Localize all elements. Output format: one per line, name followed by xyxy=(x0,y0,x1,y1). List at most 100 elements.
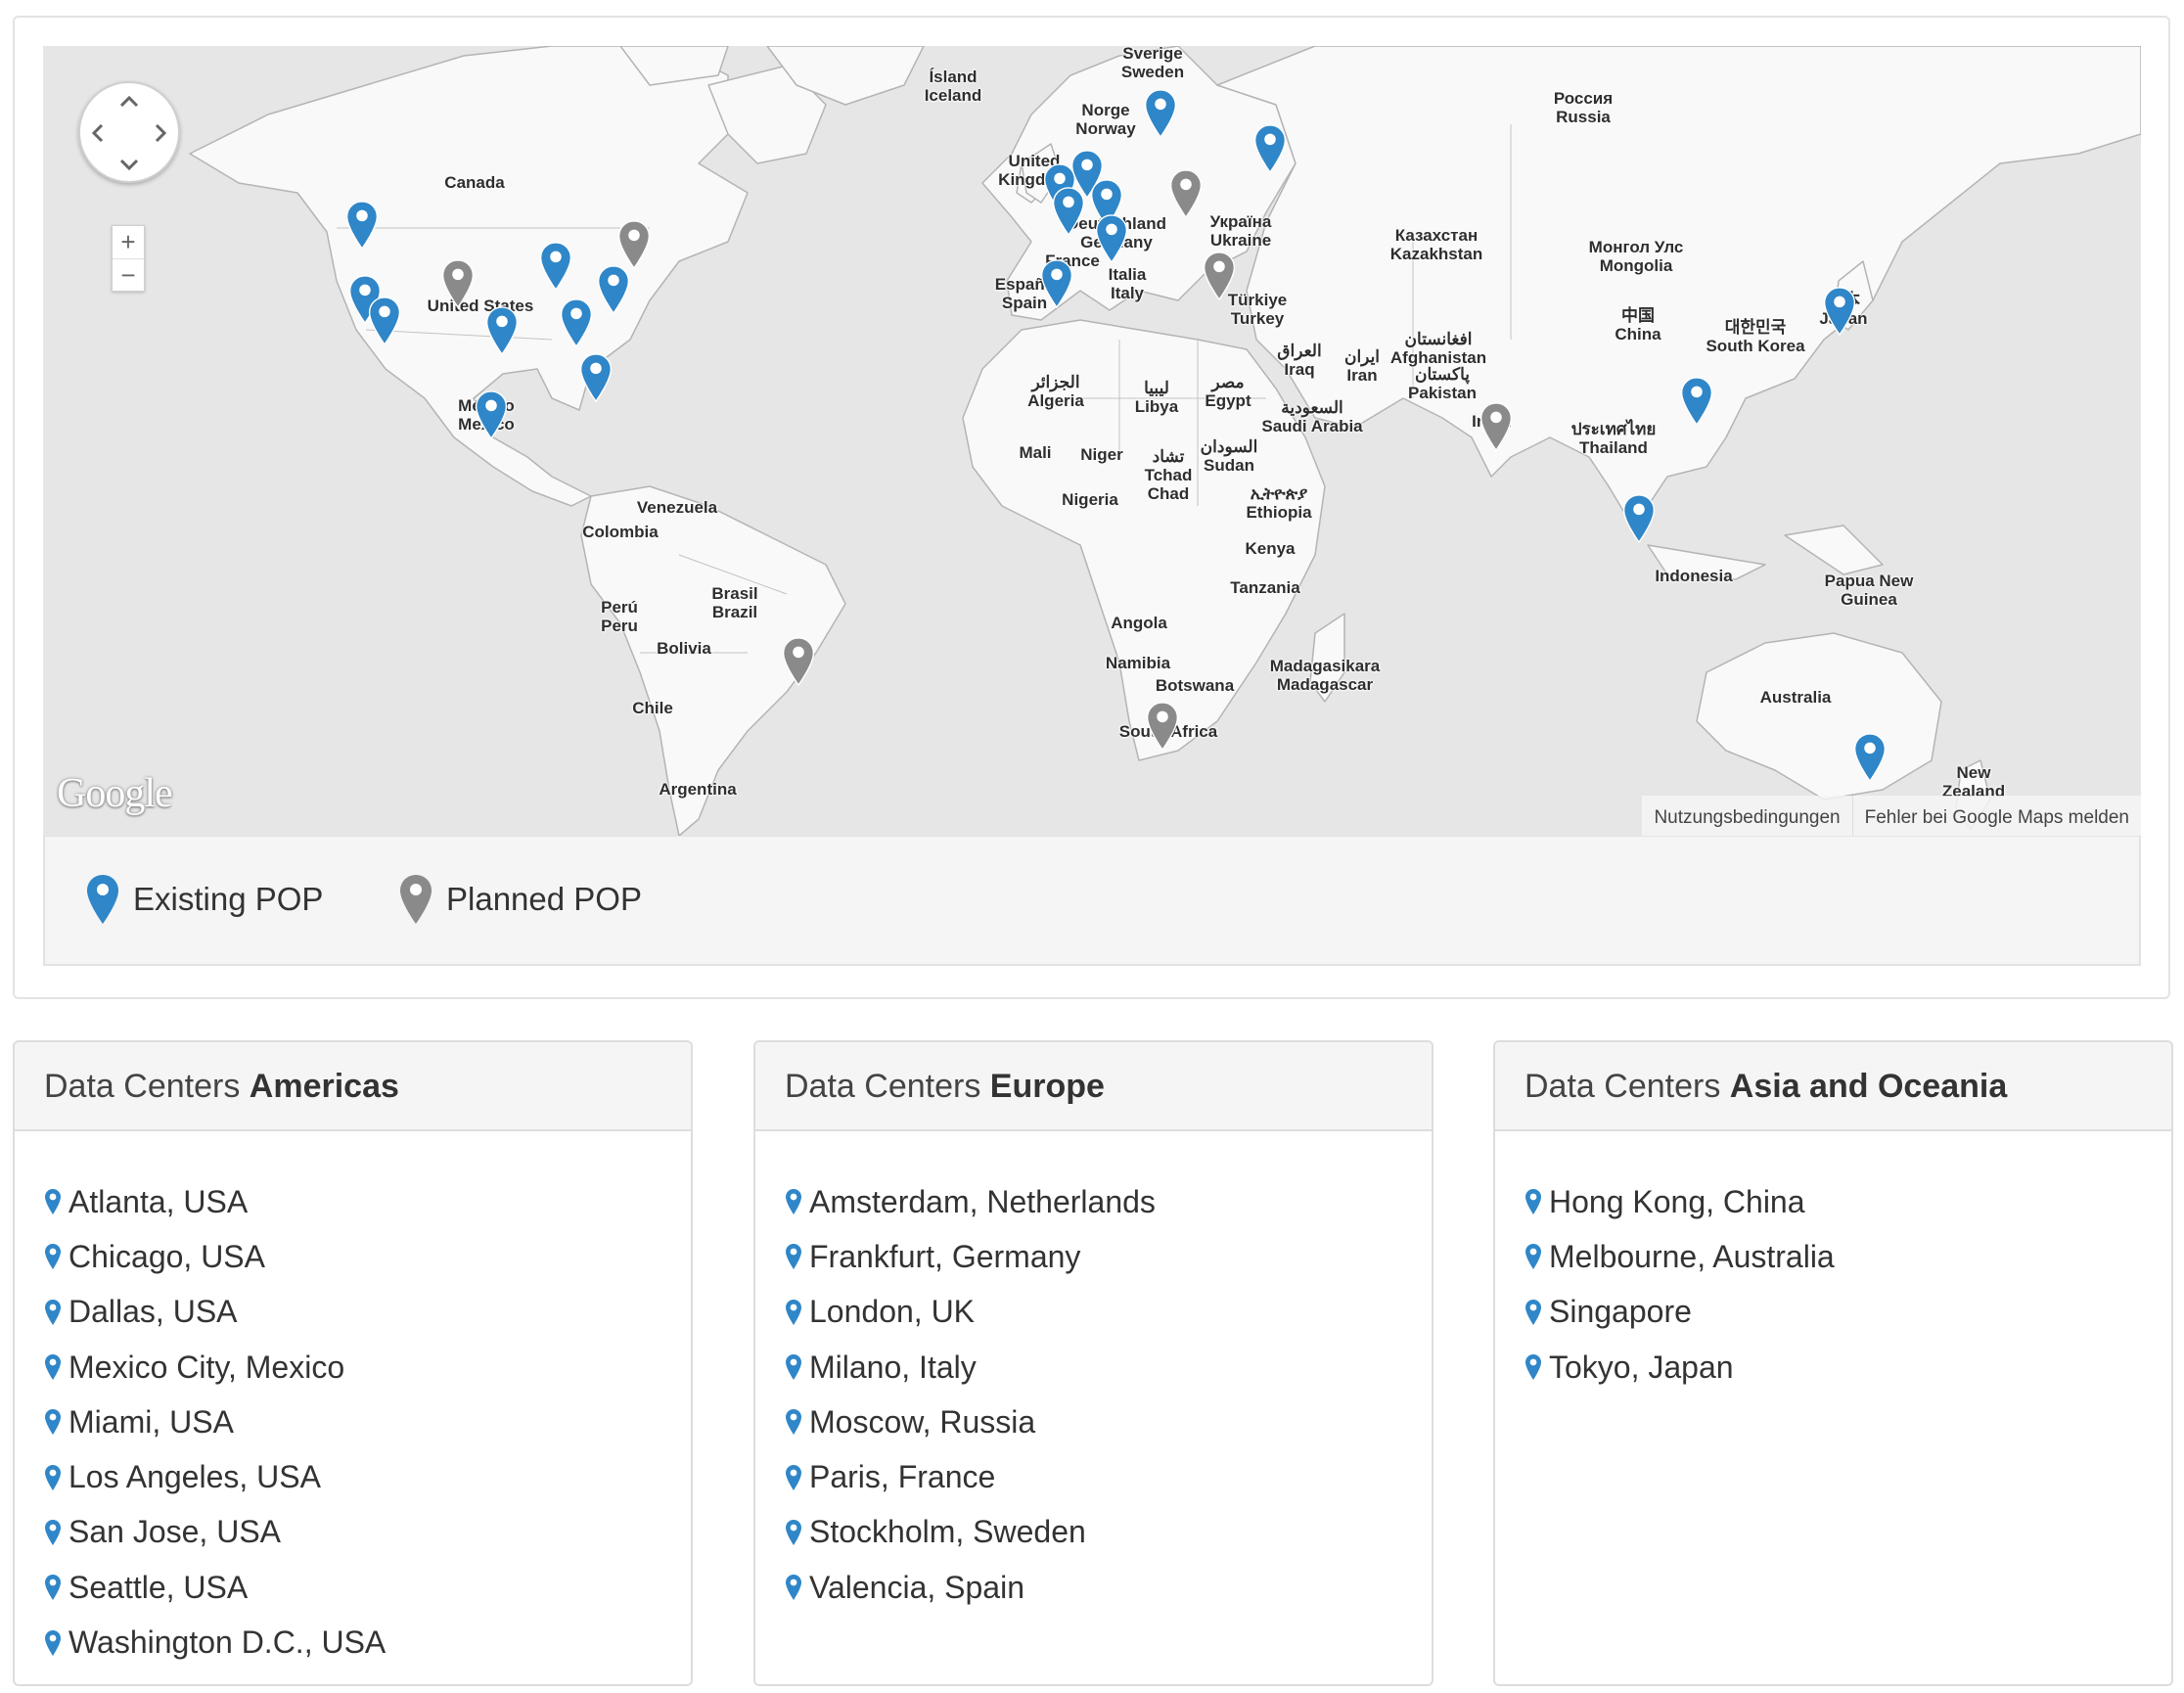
existing-pop-marker[interactable] xyxy=(1622,494,1656,543)
report-map-error-link[interactable]: Fehler bei Google Maps melden xyxy=(1851,796,2141,836)
planned-pop-marker[interactable] xyxy=(1146,702,1179,751)
location-item: Washington D.C., USA xyxy=(44,1615,691,1670)
location-name: Melbourne, Australia xyxy=(1549,1238,1835,1274)
location-name: Stockholm, Sweden xyxy=(809,1514,1086,1550)
location-name: San Jose, USA xyxy=(68,1514,281,1550)
map-pin-icon xyxy=(1146,702,1179,751)
map-pin-icon xyxy=(1253,124,1287,173)
data-centers-asia-oceania-panel: Data Centers Asia and Oceania Hong Kong,… xyxy=(1493,1040,2173,1686)
map-marker-icon xyxy=(45,1354,61,1381)
location-item: Paris, France xyxy=(785,1449,1432,1504)
planned-pop-marker[interactable] xyxy=(1479,402,1513,451)
map-pin-icon xyxy=(1479,402,1513,451)
map-pin-icon xyxy=(1853,733,1887,782)
map-pin-icon xyxy=(597,265,630,314)
existing-pop-marker[interactable] xyxy=(1095,214,1128,263)
map-pin-icon xyxy=(1052,187,1085,236)
map-pin-icon xyxy=(475,390,508,439)
google-logo[interactable]: Google xyxy=(57,770,173,817)
map-pin-icon xyxy=(1680,377,1713,426)
map-pin-icon xyxy=(1823,287,1856,336)
panel-heading-region: Europe xyxy=(989,1068,1105,1105)
location-item: Melbourne, Australia xyxy=(1524,1229,2171,1284)
existing-pop-marker[interactable] xyxy=(597,265,630,314)
map-marker-icon xyxy=(1525,1299,1541,1325)
location-name: Milano, Italy xyxy=(809,1349,977,1385)
location-item: Hong Kong, China xyxy=(1524,1174,2171,1229)
data-centers-americas-panel: Data Centers Americas Atlanta, USA Chicag… xyxy=(13,1040,693,1686)
map-marker-icon xyxy=(45,1575,61,1601)
legend-existing-label: Existing POP xyxy=(133,881,324,917)
location-item: Tokyo, Japan xyxy=(1524,1340,2171,1395)
panel-heading-region: Asia and Oceania xyxy=(1729,1068,2008,1105)
location-name: Amsterdam, Netherlands xyxy=(809,1183,1156,1219)
chevron-right-icon xyxy=(155,123,166,143)
planned-pop-marker[interactable] xyxy=(617,220,651,269)
location-list: Amsterdam, Netherlands Frankfurt, Germany… xyxy=(755,1131,1432,1615)
map-marker-icon xyxy=(1525,1244,1541,1270)
planned-pop-pin-icon xyxy=(400,875,432,924)
map-pin-icon xyxy=(1040,259,1073,308)
existing-pop-marker[interactable] xyxy=(475,390,508,439)
map-marker-icon xyxy=(45,1464,61,1490)
existing-pop-marker[interactable] xyxy=(1144,89,1177,138)
planned-pop-marker[interactable] xyxy=(1169,169,1203,218)
map-pin-icon xyxy=(1144,89,1177,138)
map-marker-icon xyxy=(45,1189,61,1215)
map-pin-icon xyxy=(579,353,613,402)
planned-pop-marker[interactable] xyxy=(1203,252,1236,300)
chevron-down-icon xyxy=(119,159,139,170)
planned-pop-marker[interactable] xyxy=(441,259,475,308)
location-name: Washington D.C., USA xyxy=(68,1624,387,1661)
existing-pop-marker[interactable] xyxy=(539,242,572,291)
zoom-in-button[interactable]: + xyxy=(113,226,144,258)
existing-pop-marker[interactable] xyxy=(560,298,593,347)
existing-pop-marker[interactable] xyxy=(1253,124,1287,173)
pan-left-button[interactable] xyxy=(85,120,111,146)
existing-pop-marker[interactable] xyxy=(1823,287,1856,336)
existing-pop-marker[interactable] xyxy=(1853,733,1887,782)
location-item: Singapore xyxy=(1524,1285,2171,1340)
panel-heading: Data Centers Americas xyxy=(15,1042,691,1131)
existing-pop-marker[interactable] xyxy=(579,353,613,402)
map-marker-icon xyxy=(786,1244,801,1270)
location-item: Moscow, Russia xyxy=(785,1395,1432,1449)
map-marker-icon xyxy=(45,1244,61,1270)
location-name: Moscow, Russia xyxy=(809,1403,1036,1440)
location-name: Mexico City, Mexico xyxy=(68,1349,345,1385)
location-name: Tokyo, Japan xyxy=(1549,1349,1734,1385)
map-pin-icon xyxy=(485,306,519,355)
pan-up-button[interactable] xyxy=(116,89,142,114)
panel-heading-prefix: Data Centers xyxy=(44,1068,241,1105)
pan-right-button[interactable] xyxy=(148,120,173,146)
location-name: Seattle, USA xyxy=(68,1569,249,1605)
existing-pop-marker[interactable] xyxy=(1040,259,1073,308)
existing-pop-marker[interactable] xyxy=(345,201,379,250)
planned-pop-marker[interactable] xyxy=(782,637,815,686)
location-item: Milano, Italy xyxy=(785,1340,1432,1395)
map-attribution-bar: Nutzungsbedingungen Fehler bei Google Ma… xyxy=(1642,796,2141,836)
existing-pop-marker[interactable] xyxy=(368,297,401,345)
world-map[interactable]: CanadaUnited StatesMéxicoMexicoÍslandIce… xyxy=(43,46,2141,836)
terms-of-use-link[interactable]: Nutzungsbedingungen xyxy=(1642,796,1852,836)
map-marker-icon xyxy=(786,1464,801,1490)
existing-pop-marker[interactable] xyxy=(1680,377,1713,426)
map-marker-icon xyxy=(45,1519,61,1545)
location-name: Miami, USA xyxy=(68,1403,234,1440)
location-item: Frankfurt, Germany xyxy=(785,1229,1432,1284)
pan-down-button[interactable] xyxy=(116,152,142,177)
map-marker-icon xyxy=(786,1519,801,1545)
location-item: Atlanta, USA xyxy=(44,1174,691,1229)
map-pin-icon xyxy=(1169,169,1203,218)
existing-pop-marker[interactable] xyxy=(1052,187,1085,236)
zoom-out-button[interactable]: − xyxy=(113,258,144,291)
existing-pop-marker[interactable] xyxy=(485,306,519,355)
panel-heading: Data Centers Europe xyxy=(755,1042,1432,1131)
location-list: Atlanta, USA Chicago, USA Dallas, USA Mexic… xyxy=(15,1131,691,1670)
zoom-control: + − xyxy=(112,225,145,292)
map-pin-icon xyxy=(368,297,401,345)
pan-control[interactable] xyxy=(78,81,180,183)
location-name: Chicago, USA xyxy=(68,1238,265,1274)
map-marker-icon xyxy=(786,1299,801,1325)
location-name: Frankfurt, Germany xyxy=(809,1238,1081,1274)
